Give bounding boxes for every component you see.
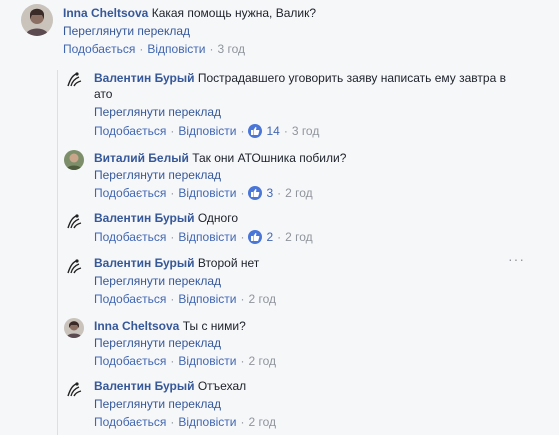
comment-text: Одного bbox=[197, 211, 239, 225]
timestamp[interactable]: 3 год bbox=[292, 124, 320, 138]
separator-dot: · bbox=[170, 186, 175, 200]
timestamp[interactable]: 2 год bbox=[285, 230, 313, 244]
comment-text: Отъехал bbox=[197, 379, 247, 393]
comment-text: Ты с ними? bbox=[182, 319, 246, 333]
see-translation-link[interactable]: Переглянути переклад bbox=[63, 23, 190, 39]
reply-button[interactable]: Відповісти bbox=[147, 42, 205, 56]
like-count[interactable]: 2 bbox=[266, 230, 273, 244]
timestamp[interactable]: 2 год bbox=[248, 292, 276, 306]
author-name[interactable]: Валентин Бурый bbox=[94, 256, 195, 270]
avatar[interactable] bbox=[64, 212, 84, 232]
thumbs-up-icon[interactable] bbox=[248, 186, 263, 200]
separator-dot: · bbox=[240, 292, 245, 306]
reply-button[interactable]: Відповісти bbox=[178, 354, 236, 368]
avatar[interactable] bbox=[64, 257, 84, 277]
avatar[interactable] bbox=[64, 318, 84, 338]
separator-dot: · bbox=[170, 292, 175, 306]
separator-dot: · bbox=[170, 415, 175, 429]
like-button[interactable]: Подобається bbox=[94, 354, 166, 368]
like-button[interactable]: Подобається bbox=[94, 292, 166, 306]
avatar[interactable] bbox=[64, 70, 84, 90]
comment-text: Так они АТОшника побили? bbox=[192, 151, 347, 165]
like-button[interactable]: Подобається bbox=[94, 415, 166, 429]
comment-actions: Подобається · Відповісти · 2 год bbox=[94, 291, 276, 307]
reply-button[interactable]: Відповісти bbox=[178, 230, 236, 244]
comment-actions: Подобається · Відповісти · 3 · 2 год bbox=[94, 185, 313, 201]
thumbs-up-icon[interactable] bbox=[248, 230, 263, 244]
author-name[interactable]: Inna Cheltsova bbox=[94, 319, 179, 333]
separator-dot: · bbox=[240, 124, 245, 138]
author-name[interactable]: Inna Cheltsova bbox=[63, 6, 148, 20]
separator-dot: · bbox=[283, 124, 288, 138]
reply-button[interactable]: Відповісти bbox=[178, 292, 236, 306]
separator-dot: · bbox=[209, 42, 214, 56]
author-name[interactable]: Виталий Белый bbox=[94, 151, 189, 165]
thumbs-up-icon[interactable] bbox=[248, 124, 263, 138]
timestamp[interactable]: 3 год bbox=[217, 42, 245, 56]
author-name[interactable]: Валентин Бурый bbox=[94, 211, 195, 225]
separator-dot: · bbox=[170, 230, 175, 244]
reply-button[interactable]: Відповісти bbox=[178, 415, 236, 429]
separator-dot: · bbox=[240, 415, 245, 429]
author-name[interactable]: Валентин Бурый bbox=[94, 71, 195, 85]
comment-actions: Подобається · Відповісти · 2 год bbox=[94, 414, 276, 430]
like-button[interactable]: Подобається bbox=[94, 124, 166, 138]
avatar[interactable] bbox=[64, 380, 84, 400]
comment-text: Второй нет bbox=[197, 256, 260, 270]
like-button[interactable]: Подобається bbox=[94, 186, 166, 200]
like-count[interactable]: 3 bbox=[266, 186, 273, 200]
separator-dot: · bbox=[240, 230, 245, 244]
see-translation-link[interactable]: Переглянути переклад bbox=[94, 167, 221, 183]
separator-dot: · bbox=[240, 186, 245, 200]
comment-actions: Подобається · Відповісти · 3 год bbox=[63, 41, 245, 57]
see-translation-link[interactable]: Переглянути переклад bbox=[94, 273, 221, 289]
separator-dot: · bbox=[277, 186, 282, 200]
comment-text: Какая помощь нужна, Валик? bbox=[151, 6, 317, 20]
more-options-icon[interactable]: ··· bbox=[508, 252, 524, 266]
comment-actions: Подобається · Відповісти · 2 год bbox=[94, 353, 276, 369]
separator-dot: · bbox=[170, 354, 175, 368]
timestamp[interactable]: 2 год bbox=[285, 186, 313, 200]
see-translation-link[interactable]: Переглянути переклад bbox=[94, 396, 221, 412]
like-count[interactable]: 14 bbox=[266, 124, 279, 138]
separator-dot: · bbox=[170, 124, 175, 138]
separator-dot: · bbox=[240, 354, 245, 368]
timestamp[interactable]: 2 год bbox=[248, 415, 276, 429]
see-translation-link[interactable]: Переглянути переклад bbox=[94, 335, 221, 351]
reply-button[interactable]: Відповісти bbox=[178, 124, 236, 138]
author-name[interactable]: Валентин Бурый bbox=[94, 379, 195, 393]
avatar[interactable] bbox=[21, 4, 53, 36]
reply-button[interactable]: Відповісти bbox=[178, 186, 236, 200]
avatar[interactable] bbox=[64, 150, 84, 170]
like-button[interactable]: Подобається bbox=[63, 42, 135, 56]
separator-dot: · bbox=[277, 230, 282, 244]
timestamp[interactable]: 2 год bbox=[248, 354, 276, 368]
thread-line bbox=[57, 70, 58, 435]
like-button[interactable]: Подобається bbox=[94, 230, 166, 244]
comment-actions: Подобається · Відповісти · 2 · 2 год bbox=[94, 229, 313, 245]
see-translation-link[interactable]: Переглянути переклад bbox=[94, 104, 221, 120]
comment-actions: Подобається · Відповісти · 14 · 3 год bbox=[94, 123, 319, 139]
separator-dot: · bbox=[139, 42, 144, 56]
